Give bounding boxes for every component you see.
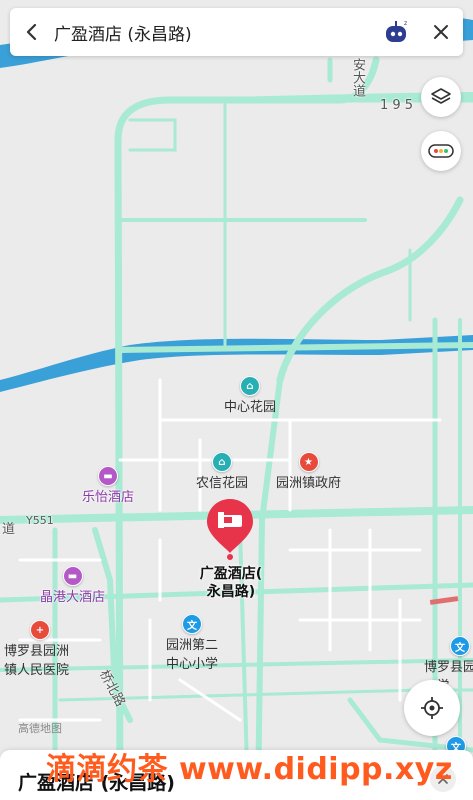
poi-label: 农信花园 xyxy=(196,476,249,491)
poi-nongxin-garden[interactable]: ⌂ 农信花园 xyxy=(196,452,248,491)
robot-assistant-icon: z xyxy=(386,20,407,42)
close-button[interactable] xyxy=(419,8,463,56)
traffic-lights-icon xyxy=(428,144,454,158)
poi-primary-school[interactable]: 文 园洲第二 中心小学 xyxy=(166,614,218,672)
poi-leyi-hotel[interactable]: ▬ 乐怡酒店 xyxy=(82,466,134,505)
layers-button[interactable] xyxy=(421,77,461,117)
top-search-bar: 广盈酒店 (永昌路) z xyxy=(10,8,463,56)
poi-label-line1: 博罗县园洲 xyxy=(4,644,70,659)
poi-label: 乐怡酒店 xyxy=(82,490,135,505)
watermark-text: 滴滴约茶 www.didipp.xyz xyxy=(46,752,453,787)
hospital-cross-icon: + xyxy=(30,620,50,640)
road-label-195: 1 9 5 xyxy=(380,98,414,113)
assistant-button[interactable]: z xyxy=(375,8,419,56)
poi-label-line1: 园洲第二 xyxy=(166,638,219,653)
locate-me-button[interactable] xyxy=(404,680,460,736)
crosshair-locate-icon xyxy=(421,697,443,719)
road-label-dao: 道 xyxy=(2,522,16,537)
park-icon: ⌂ xyxy=(240,376,260,396)
school-icon: 文 xyxy=(450,636,470,656)
residential-icon: ⌂ xyxy=(212,452,232,472)
svg-text:z: z xyxy=(404,20,407,27)
government-star-icon: ★ xyxy=(298,452,319,472)
selected-hotel-marker-icon[interactable] xyxy=(205,497,255,561)
layers-icon xyxy=(431,88,451,104)
poi-hospital[interactable]: + 博罗县园洲 镇人民医院 xyxy=(4,620,69,678)
close-icon xyxy=(434,25,448,39)
poi-label: 园洲镇政府 xyxy=(276,476,342,491)
poi-central-garden[interactable]: ⌂ 中心花园 xyxy=(224,376,276,415)
map-provider-logo: 高德地图 xyxy=(18,722,62,735)
poi-label: 晶港大酒店 xyxy=(40,590,106,605)
map-canvas[interactable]: 安大道 1 9 5 Y551 道 桥北路 ⌂ 中心花园 ⌂ 农信花园 ★ 园洲镇… xyxy=(0,0,473,800)
road-label-y551: Y551 xyxy=(26,514,54,527)
selected-hotel-label: 广盈酒店( 永昌路) xyxy=(199,566,263,600)
school-icon: 文 xyxy=(182,614,202,634)
chevron-left-icon xyxy=(26,23,37,41)
hotel-bed-icon: ▬ xyxy=(62,566,83,586)
poi-label: 中心花园 xyxy=(224,400,277,415)
road-label-east: 安大道 xyxy=(350,58,365,97)
poi-town-government[interactable]: ★ 园洲镇政府 xyxy=(276,452,341,491)
poi-label-line2: 中心小学 xyxy=(166,657,219,672)
poi-jinggang-hotel[interactable]: ▬ 晶港大酒店 xyxy=(40,566,105,605)
page-title: 广盈酒店 (永昌路) xyxy=(54,24,192,45)
back-button[interactable] xyxy=(10,8,54,56)
hotel-bed-icon: ▬ xyxy=(98,466,118,486)
traffic-button[interactable] xyxy=(421,131,461,171)
poi-label-line1: 博罗县园 xyxy=(424,660,473,675)
poi-label-line2: 镇人民医院 xyxy=(4,663,70,678)
